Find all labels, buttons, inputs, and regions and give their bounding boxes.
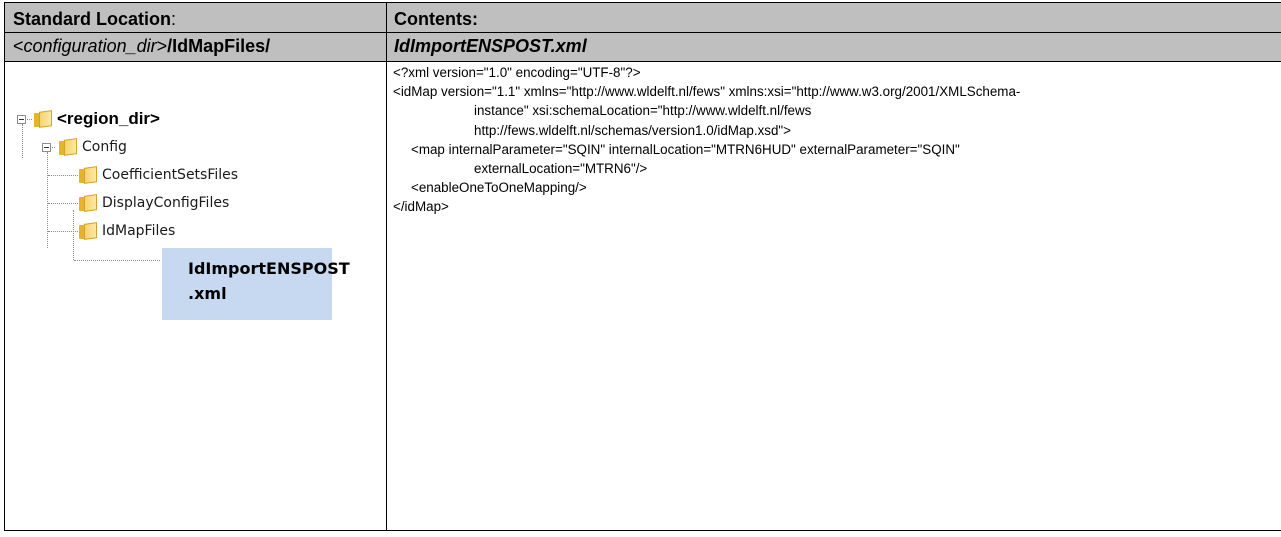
file-name-line2: .xml [188,284,227,303]
code-line: </idMap> [393,199,449,215]
contents-label: Contents: [394,9,478,29]
code-line: externalLocation="MTRN6"/> [474,161,648,177]
tree-label: CoefficientSetsFiles [102,167,239,183]
tree-label: DisplayConfigFiles [102,195,230,211]
location-colon: : [171,9,177,29]
location-dir-close: > [156,36,168,56]
collapse-icon[interactable] [42,142,51,152]
tree-cell: <region_dir> Config CoefficientSetsFiles [4,61,387,531]
location-label: Standard Location [13,9,172,29]
tree-label-region-dir: <region_dir> [57,109,160,128]
folder-icon [79,166,97,184]
location-dir: configuration_dir [23,36,157,56]
folder-tree: <region_dir> Config CoefficientSetsFiles [5,62,383,530]
tree-node-coefficientsetsfiles[interactable]: CoefficientSetsFiles [79,164,238,186]
folder-icon [34,110,52,128]
location-dir-open: < [13,36,24,56]
contents-file-name: IdImportENSPOST.xml [394,36,587,56]
tree-node-displayconfigfiles[interactable]: DisplayConfigFiles [79,192,229,214]
contents-header-cell: Contents: [386,2,1281,33]
tree-node-region-dir[interactable]: <region_dir> [17,108,160,130]
code-line: instance" xsi:schemaLocation="http://www… [474,103,812,119]
file-name-line1: IdImportENSPOST [188,259,350,278]
xml-code-block: <?xml version="1.0" encoding="UTF-8"?> <… [387,62,1281,217]
file-callout[interactable]: IdImportENSPOST .xml [162,248,350,320]
folder-icon [59,138,77,156]
tree-node-idmapfiles[interactable]: IdMapFiles [79,220,175,242]
location-path-cell: <configuration_dir>/IdMapFiles/ [4,32,387,62]
tree-label: IdMapFiles [102,223,176,239]
code-line: <?xml version="1.0" encoding="UTF-8"?> [393,65,641,80]
location-subdir: /IdMapFiles/ [167,36,271,56]
contents-file-cell: IdImportENSPOST.xml [386,32,1281,62]
collapse-icon[interactable] [17,114,26,124]
code-line: http://fews.wldelft.nl/schemas/version1.… [474,122,791,138]
location-header-cell: Standard Location: [4,2,387,33]
code-line: <enableOneToOneMapping/> [411,180,587,196]
code-line: <map internalParameter="SQIN" internalLo… [411,141,960,157]
document-table: Standard Location: Contents: <configurat… [4,2,1281,531]
folder-icon [79,222,97,240]
tree-label-config: Config [82,139,127,155]
code-line: <idMap version="1.1" xmlns="http://www.w… [393,84,1021,100]
code-cell: <?xml version="1.0" encoding="UTF-8"?> <… [386,61,1281,531]
folder-icon [79,194,97,212]
tree-node-config[interactable]: Config [42,136,127,158]
